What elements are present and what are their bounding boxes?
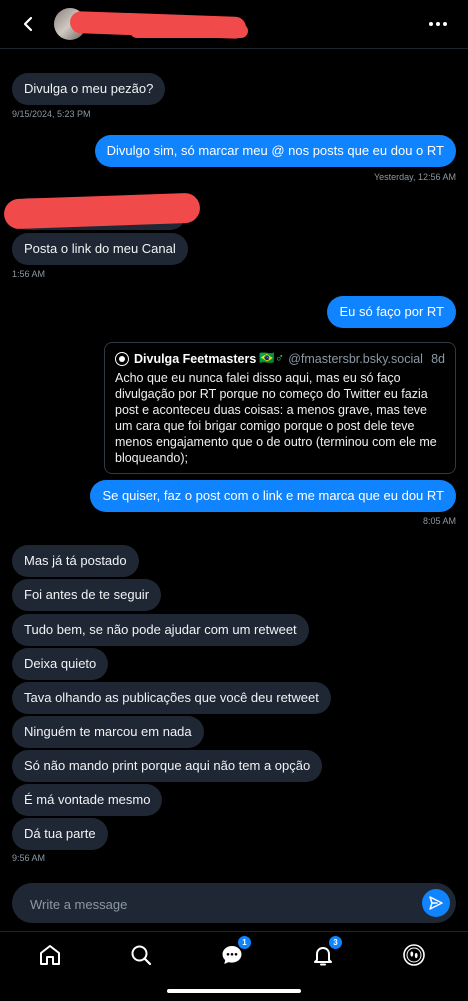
- message-outgoing[interactable]: Divulgo sim, só marcar meu @ nos posts q…: [94, 135, 456, 167]
- search-icon: [131, 945, 152, 966]
- message-outgoing[interactable]: Eu só faço por RT: [327, 296, 456, 328]
- tab-profile[interactable]: [401, 942, 427, 968]
- message-incoming[interactable]: Tava olhando as publicações que você deu…: [12, 682, 331, 714]
- home-indicator: [167, 989, 301, 993]
- conversation-header: [0, 0, 468, 49]
- send-button[interactable]: [422, 889, 450, 917]
- message-incoming[interactable]: Tudo bem, se não pode ajudar com um retw…: [12, 614, 309, 646]
- message-incoming[interactable]: Divulga o meu pezão?: [12, 73, 166, 105]
- quoted-post-embed[interactable]: Divulga Feetmasters 🇧🇷♂ @fmastersbr.bsky…: [104, 342, 456, 474]
- quoted-post-text: Acho que eu nunca falei disso aqui, mas …: [115, 371, 437, 465]
- message-incoming[interactable]: Deixa quieto: [12, 648, 109, 680]
- quoted-author-emoji: 🇧🇷♂: [259, 351, 285, 365]
- quoted-post-header: Divulga Feetmasters 🇧🇷♂ @fmastersbr.bsky…: [115, 351, 445, 366]
- message-composer: [12, 883, 456, 925]
- message-incoming[interactable]: Dá tua parte: [12, 818, 108, 850]
- message-timestamp: 8:05 AM: [422, 516, 456, 526]
- message-incoming[interactable]: Posta o link do meu Canal: [12, 233, 188, 265]
- quoted-author-handle: @fmastersbr.bsky.social: [288, 351, 423, 366]
- tab-home[interactable]: [37, 942, 63, 968]
- tab-notifications[interactable]: 3: [310, 936, 342, 968]
- home-icon: [40, 945, 60, 965]
- quoted-post-age: 8d: [431, 351, 445, 366]
- tab-chat[interactable]: 1: [219, 936, 251, 968]
- chevron-left-icon: [23, 16, 33, 32]
- message-incoming[interactable]: Mas já tá postado: [12, 545, 139, 577]
- quoted-author-avatar: [115, 351, 129, 366]
- more-options-button[interactable]: [426, 12, 450, 36]
- message-input[interactable]: [28, 883, 412, 925]
- notifications-badge: 3: [329, 936, 342, 949]
- chat-unread-badge: 1: [238, 936, 251, 949]
- quoted-author-name: Divulga Feetmasters: [134, 351, 257, 366]
- message-incoming[interactable]: Ninguém te marcou em nada: [12, 716, 204, 748]
- message-timestamp: Yesterday, 12:56 AM: [373, 172, 456, 182]
- redacted-contact-handle: [130, 24, 248, 38]
- message-timestamp: 9/15/2024, 5:23 PM: [12, 109, 91, 119]
- send-icon: [429, 896, 443, 910]
- more-horizontal-icon: [429, 22, 433, 26]
- back-button[interactable]: [16, 12, 40, 36]
- message-incoming[interactable]: É má vontade mesmo: [12, 784, 163, 816]
- message-timestamp: 1:56 AM: [12, 269, 46, 279]
- message-timestamp: 9:56 AM: [12, 853, 46, 863]
- tab-search[interactable]: [128, 942, 154, 968]
- message-incoming[interactable]: Foi antes de te seguir: [12, 579, 162, 611]
- avatar-icon: [403, 944, 425, 966]
- message-outgoing[interactable]: Se quiser, faz o post com o link e me ma…: [90, 480, 456, 512]
- message-incoming[interactable]: Só não mando print porque aqui não tem a…: [12, 750, 323, 782]
